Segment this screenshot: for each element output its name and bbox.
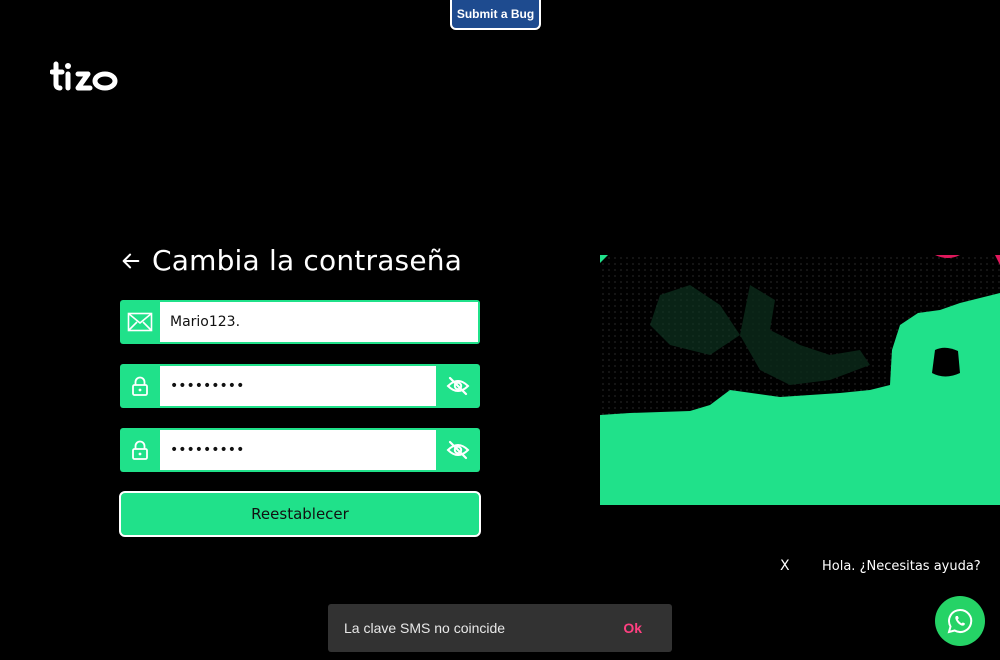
toggle-confirm-visibility[interactable] xyxy=(436,428,480,472)
mail-icon-box xyxy=(120,300,160,344)
reset-button[interactable]: Reestablecer xyxy=(119,491,481,537)
whatsapp-icon xyxy=(947,608,973,634)
chat-close-button[interactable]: X xyxy=(780,558,790,574)
eye-off-icon xyxy=(446,440,470,460)
toggle-password-visibility[interactable] xyxy=(436,364,480,408)
snackbar-message: La clave SMS no coincide xyxy=(344,620,506,636)
tizo-logo[interactable] xyxy=(50,58,120,94)
new-password-input[interactable] xyxy=(160,366,436,406)
mail-icon xyxy=(127,312,153,332)
username-field xyxy=(120,300,480,344)
page-title: Cambia la contraseña xyxy=(152,244,463,277)
submit-bug-button[interactable]: Submit a Bug xyxy=(450,0,541,30)
whatsapp-button[interactable] xyxy=(935,596,985,646)
chat-prompt: Hola. ¿Necesitas ayuda? xyxy=(822,559,981,574)
lock-icon xyxy=(132,440,148,460)
arrow-left-icon[interactable] xyxy=(120,250,142,272)
snackbar: La clave SMS no coincide Ok xyxy=(328,604,672,652)
lock-icon xyxy=(132,376,148,396)
confirm-password-input[interactable] xyxy=(160,430,436,470)
lock-icon-box xyxy=(120,364,160,408)
username-input[interactable] xyxy=(160,302,478,342)
page-header: Cambia la contraseña xyxy=(120,244,462,277)
snackbar-ok-button[interactable]: Ok xyxy=(623,620,656,636)
new-password-field xyxy=(120,364,480,408)
hero-illustration xyxy=(600,255,1000,505)
confirm-password-field xyxy=(120,428,480,472)
lock-icon-box xyxy=(120,428,160,472)
eye-off-icon xyxy=(446,376,470,396)
